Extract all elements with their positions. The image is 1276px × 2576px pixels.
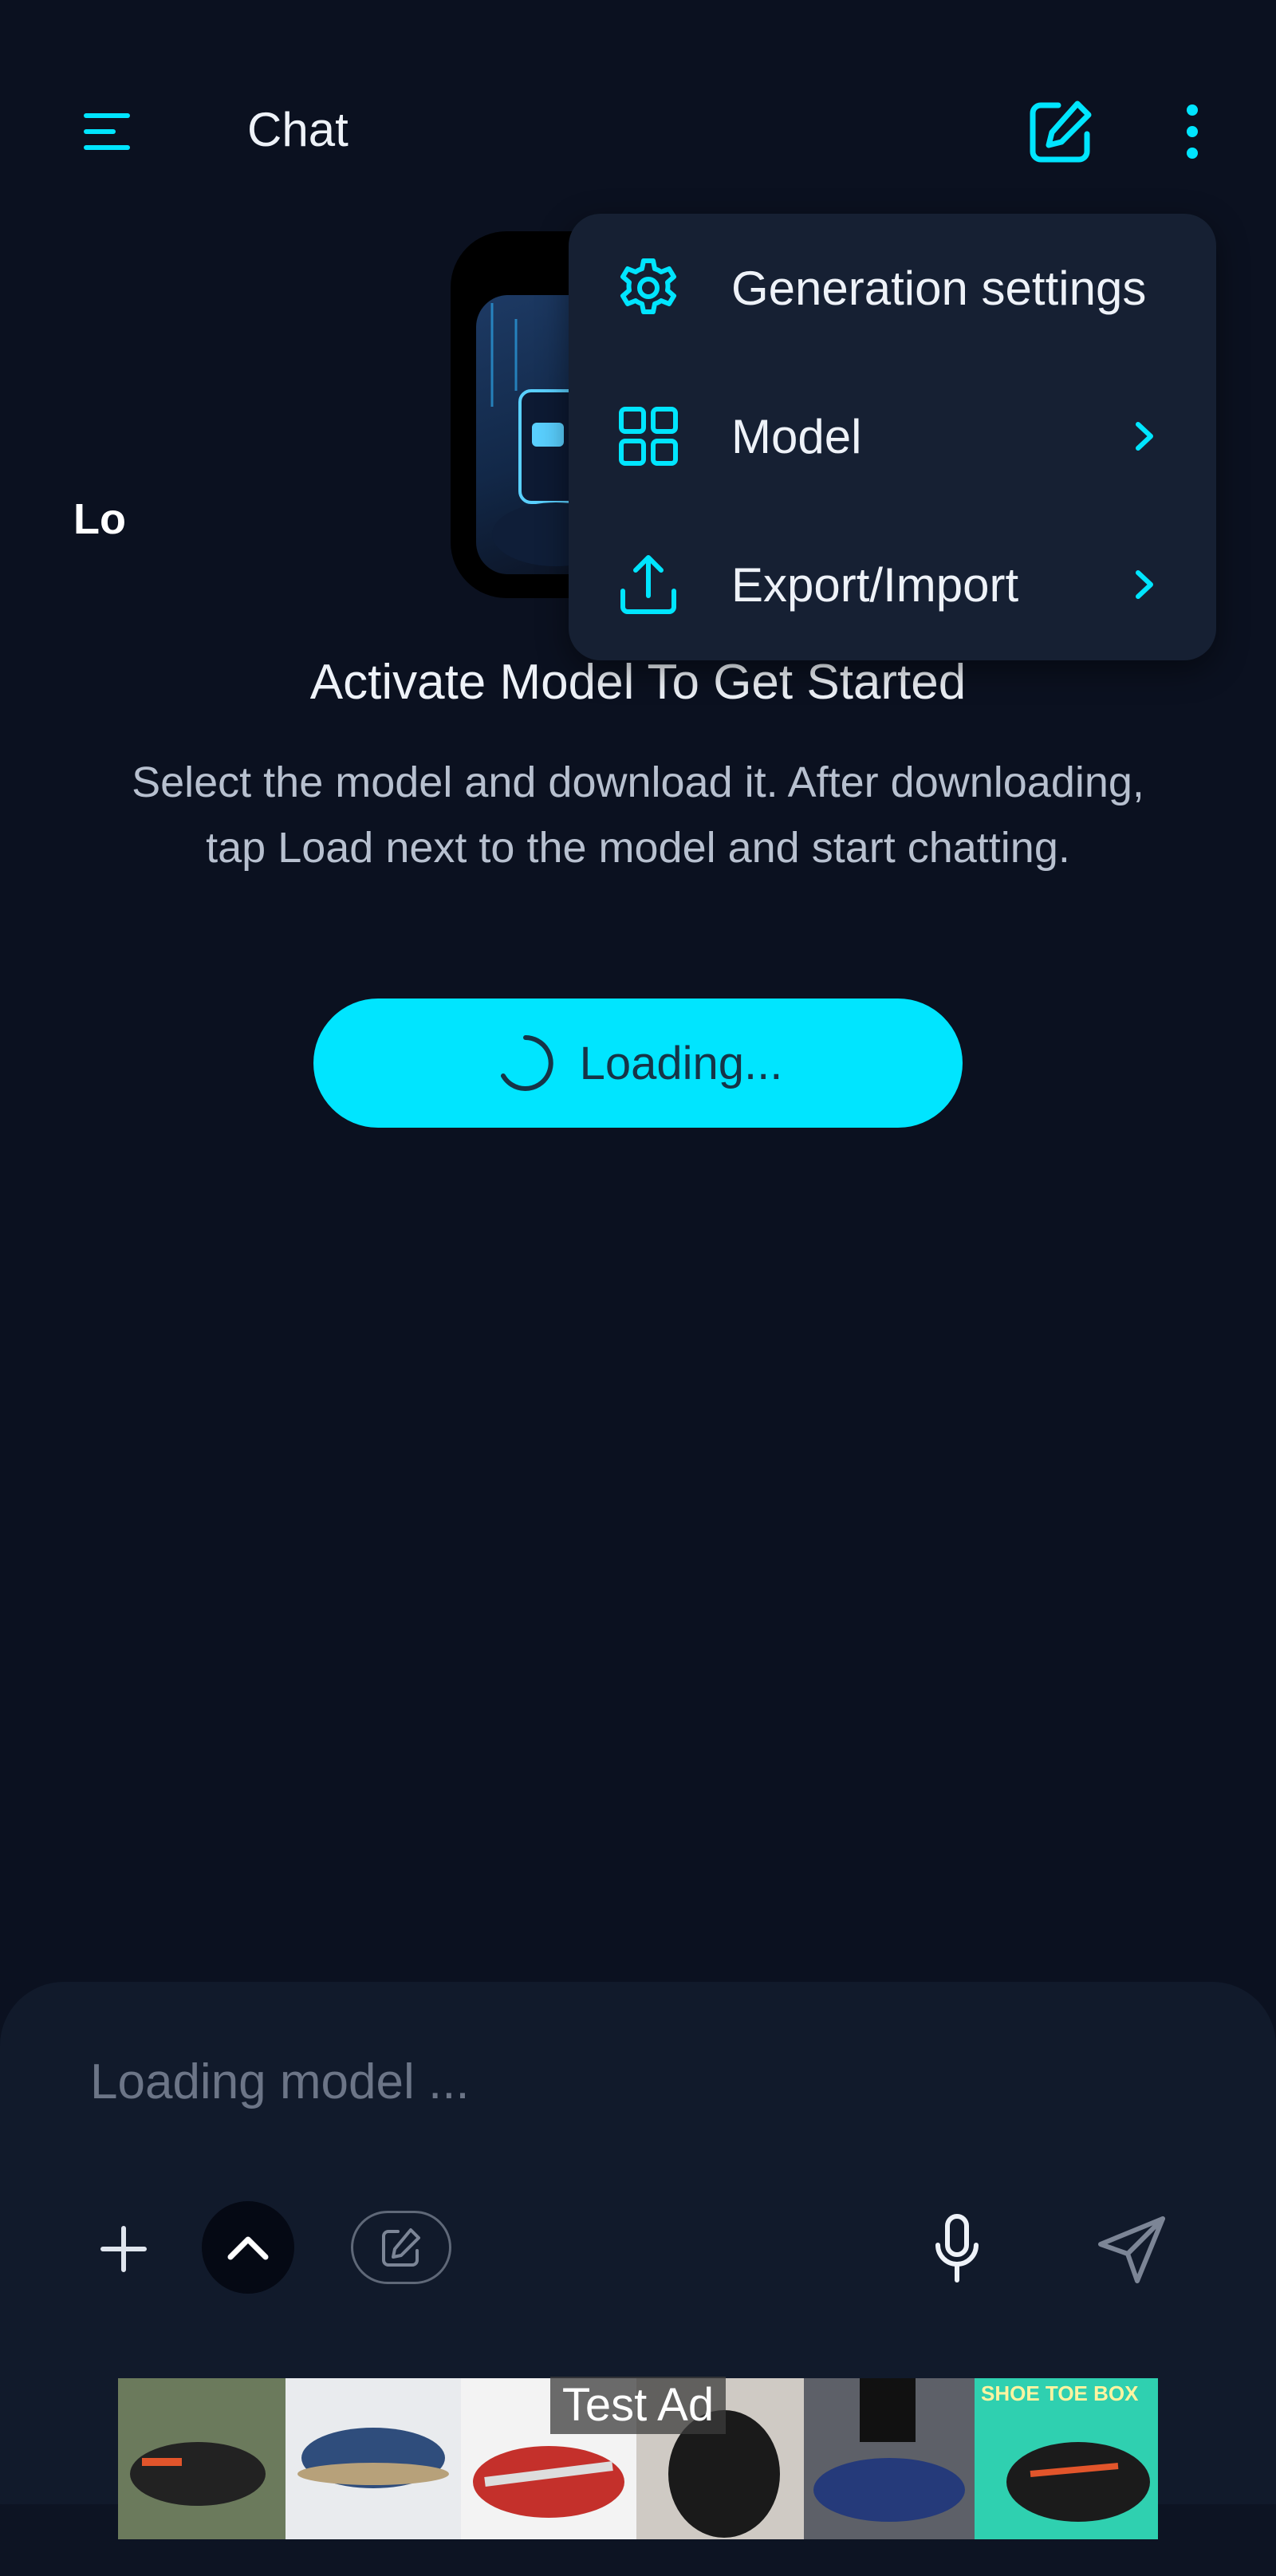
- hero-text: Lo: [73, 495, 126, 543]
- ad-image: [804, 2378, 975, 2539]
- loading-button-label: Loading...: [579, 1037, 783, 1089]
- page-title: Chat: [247, 103, 349, 156]
- plus-icon[interactable]: [92, 2209, 156, 2289]
- loading-button[interactable]: Loading...: [313, 998, 963, 1128]
- send-icon[interactable]: [1093, 2205, 1172, 2293]
- menu-item-label: Model: [731, 409, 862, 463]
- ad-image: SHOE TOE BOX: [975, 2378, 1158, 2539]
- expand-button[interactable]: [202, 2201, 294, 2294]
- hamburger-menu-icon[interactable]: [72, 96, 144, 167]
- chevron-right-icon: [1136, 570, 1153, 599]
- grid-icon: [619, 407, 678, 466]
- microphone-icon[interactable]: [925, 2205, 989, 2293]
- edit-square-icon[interactable]: [1021, 92, 1101, 171]
- empty-state-description: Select the model and download it. After …: [132, 758, 1144, 872]
- edit-pencil-icon: [382, 2228, 420, 2267]
- message-input[interactable]: Loading model ...: [90, 2054, 470, 2110]
- options-menu: Generation settings Model Export/Import: [569, 214, 1216, 660]
- app-bar: Chat: [0, 0, 1276, 207]
- gear-icon: [620, 258, 676, 314]
- ad-label: Test Ad: [550, 2377, 726, 2434]
- menu-item-label: Generation settings: [731, 261, 1147, 315]
- menu-item-label: Export/Import: [731, 557, 1019, 612]
- upload-icon: [620, 555, 676, 614]
- menu-item-export-import[interactable]: Export/Import: [569, 510, 1216, 659]
- ad-image: [118, 2378, 286, 2539]
- chevron-up-icon: [227, 2236, 269, 2260]
- more-vertical-icon[interactable]: [1164, 92, 1220, 171]
- ad-banner-text: SHOE TOE BOX: [981, 2381, 1139, 2405]
- spinner-icon: [500, 1035, 553, 1091]
- ad-image: [286, 2378, 461, 2539]
- empty-state-title: Activate Model To Get Started: [309, 655, 967, 710]
- menu-item-generation-settings[interactable]: Generation settings: [569, 214, 1216, 362]
- edit-pencil-button[interactable]: [351, 2211, 451, 2284]
- chevron-right-icon: [1136, 422, 1153, 451]
- menu-item-model[interactable]: Model: [569, 362, 1216, 510]
